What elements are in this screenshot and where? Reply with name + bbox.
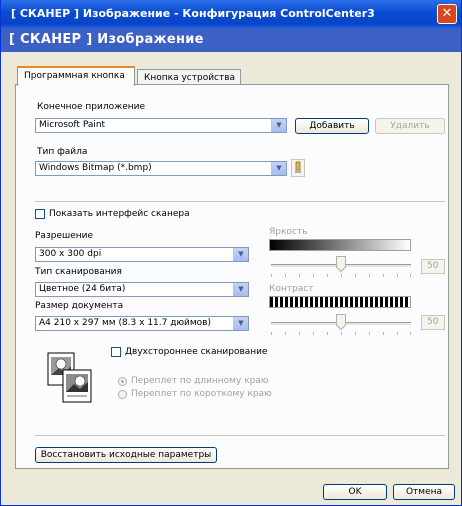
add-button[interactable]: Добавить xyxy=(295,118,369,134)
help-icon[interactable] xyxy=(291,159,305,177)
contrast-value[interactable]: 50 xyxy=(421,315,445,330)
show-scanner-interface-label: Показать интерфейс сканера xyxy=(49,209,190,219)
title-bar[interactable]: [ СКАНЕР ] Изображение - Конфигурация Co… xyxy=(1,0,461,28)
restore-defaults-button[interactable]: Восстановить исходные параметры xyxy=(35,447,217,463)
doc-size-value: A4 210 x 297 мм (8.3 x 11.7 дюймов) xyxy=(39,318,211,328)
tab-software-button[interactable]: Программная кнопка xyxy=(17,66,135,86)
configuration-window: [ СКАНЕР ] Изображение - Конфигурация Co… xyxy=(0,0,462,506)
duplex-pages-icon xyxy=(47,352,95,404)
chevron-down-icon[interactable]: ▼ xyxy=(233,248,248,261)
cancel-button[interactable]: Отмена xyxy=(393,484,455,500)
brightness-ticks xyxy=(271,274,411,278)
contrast-ticks xyxy=(271,332,411,336)
binding-short-edge-radio[interactable] xyxy=(118,390,127,399)
file-type-value: Windows Bitmap (*.bmp) xyxy=(39,163,152,173)
scan-type-select[interactable]: Цветное (24 бита) ▼ xyxy=(35,282,249,297)
contrast-label: Контраст xyxy=(269,284,314,294)
resolution-select[interactable]: 300 x 300 dpi ▼ xyxy=(35,247,249,262)
chevron-down-icon[interactable]: ▼ xyxy=(271,119,286,132)
chevron-down-icon[interactable]: ▼ xyxy=(233,317,248,330)
divider xyxy=(35,435,445,437)
duplex-checkbox[interactable] xyxy=(111,347,121,357)
chevron-down-icon[interactable]: ▼ xyxy=(233,283,248,296)
ok-button[interactable]: OK xyxy=(323,484,387,500)
duplex-label: Двухстороннее сканирование xyxy=(125,347,268,357)
resolution-value: 300 x 300 dpi xyxy=(39,249,102,259)
scan-type-label: Тип сканирования xyxy=(35,267,122,277)
target-app-select[interactable]: Microsoft Paint ▼ xyxy=(35,118,287,133)
contrast-pattern xyxy=(269,296,411,308)
resolution-label: Разрешение xyxy=(35,231,94,241)
doc-size-select[interactable]: A4 210 x 297 мм (8.3 x 11.7 дюймов) ▼ xyxy=(35,316,249,331)
binding-short-edge-label: Переплет по короткому краю xyxy=(131,389,272,399)
binding-long-edge-label: Переплет по длинному краю xyxy=(131,376,269,386)
close-icon[interactable]: ✕ xyxy=(437,4,457,24)
header-title: [ СКАНЕР ] Изображение xyxy=(9,32,204,47)
delete-button[interactable]: Удалить xyxy=(375,118,445,134)
doc-size-label: Размер документа xyxy=(35,301,124,311)
file-type-select[interactable]: Windows Bitmap (*.bmp) ▼ xyxy=(35,161,287,176)
divider xyxy=(35,201,445,203)
brightness-value[interactable]: 50 xyxy=(421,259,445,274)
window-title: [ СКАНЕР ] Изображение - Конфигурация Co… xyxy=(11,7,375,20)
brightness-label: Яркость xyxy=(269,227,308,237)
target-app-label: Конечное приложение xyxy=(37,102,146,112)
binding-long-edge-radio[interactable] xyxy=(118,377,127,386)
brightness-slider-thumb[interactable] xyxy=(336,256,346,273)
contrast-slider-thumb[interactable] xyxy=(336,314,346,331)
target-app-value: Microsoft Paint xyxy=(39,120,106,130)
show-scanner-interface-checkbox[interactable] xyxy=(35,209,45,219)
scan-type-value: Цветное (24 бита) xyxy=(39,284,126,294)
brightness-gradient xyxy=(269,239,411,251)
section-header: [ СКАНЕР ] Изображение xyxy=(1,28,461,52)
chevron-down-icon[interactable]: ▼ xyxy=(271,162,286,175)
file-type-label: Тип файла xyxy=(37,147,88,157)
